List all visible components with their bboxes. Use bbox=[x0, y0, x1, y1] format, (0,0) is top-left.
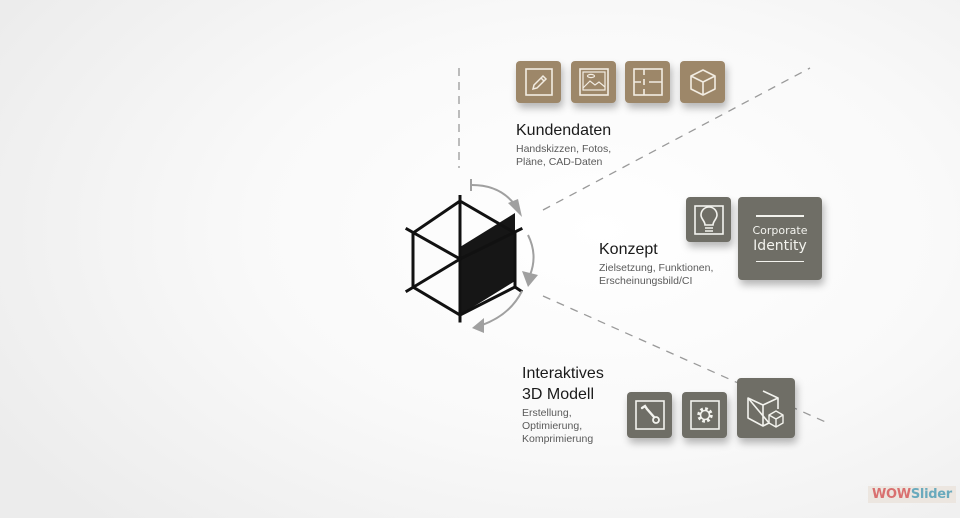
lightbulb-tile bbox=[686, 197, 731, 242]
floor-plan-icon bbox=[632, 68, 663, 96]
ci-line-1: Corporate bbox=[752, 223, 808, 237]
cycle-arrows bbox=[470, 179, 538, 333]
konzept-line-2: Erscheinungsbild/CI bbox=[599, 275, 693, 287]
kundendaten-line-2: Pläne, CAD-Daten bbox=[516, 156, 603, 168]
photo-icon bbox=[578, 68, 609, 96]
wrench-tile bbox=[627, 392, 672, 438]
cube-tile bbox=[680, 61, 725, 103]
cycle-arrow-bottom bbox=[481, 290, 523, 326]
modell-line-3: Komprimierung bbox=[522, 433, 594, 445]
cube-with-small-cube-tile bbox=[737, 378, 795, 438]
lightbulb-icon bbox=[693, 204, 724, 235]
cycle-arrow-top bbox=[471, 184, 516, 206]
modell-line-1: Erstellung, bbox=[522, 407, 572, 419]
modell-title-line-1: Interaktives bbox=[522, 365, 604, 382]
ci-top-rule bbox=[756, 215, 804, 217]
cycle-arrow-middle bbox=[527, 234, 535, 276]
konzept-line-1: Zielsetzung, Funktionen, bbox=[599, 262, 714, 274]
ci-bottom-rule bbox=[756, 260, 804, 262]
gear-tile bbox=[682, 392, 727, 438]
kundendaten-title: Kundendaten bbox=[516, 122, 612, 139]
pencil-icon bbox=[524, 68, 553, 96]
photo-tile bbox=[571, 61, 616, 103]
corporate-identity-badge: Corporate Identity bbox=[738, 197, 822, 280]
gear-icon bbox=[689, 400, 720, 430]
cube-with-small-cube-icon bbox=[747, 390, 784, 428]
watermark-part-2: Slider bbox=[910, 487, 952, 502]
cube-icon bbox=[689, 69, 716, 96]
wrench-icon bbox=[634, 400, 665, 430]
floor-plan-tile bbox=[625, 61, 670, 103]
watermark-part-1: WOW bbox=[872, 487, 911, 502]
konzept-title: Konzept bbox=[599, 241, 658, 258]
modell-line-2: Optimierung, bbox=[522, 420, 583, 432]
modell-title-line-2: 3D Modell bbox=[522, 386, 595, 403]
kundendaten-line-1: Handskizzen, Fotos, bbox=[516, 143, 612, 155]
wowslider-watermark[interactable]: WOWSlider bbox=[868, 486, 956, 503]
ci-line-2: Identity bbox=[753, 237, 807, 254]
pencil-tile bbox=[516, 61, 561, 103]
